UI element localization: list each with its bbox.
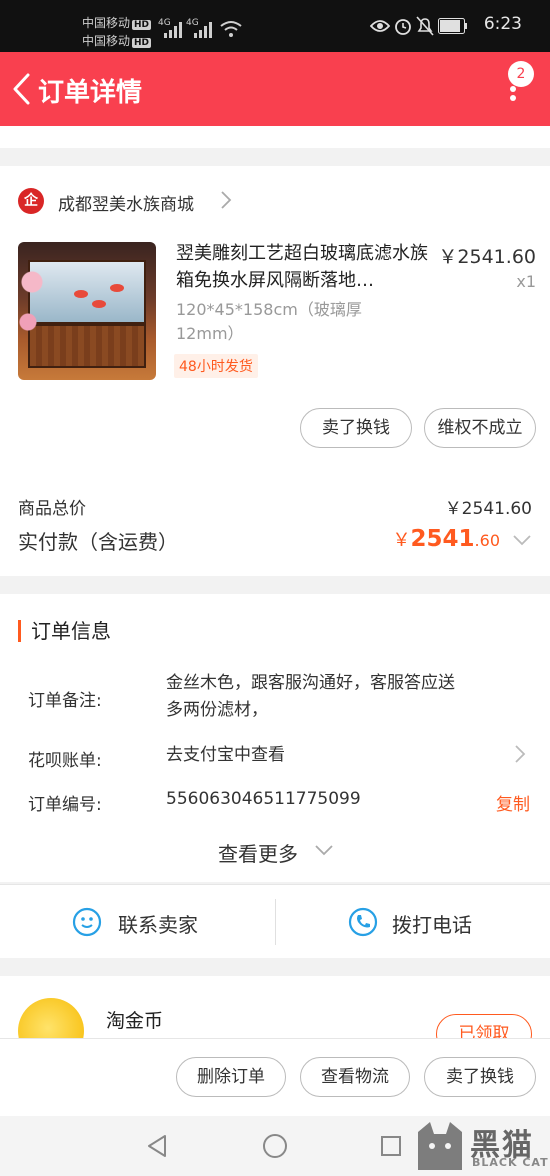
copy-button[interactable]: 复制 [496, 790, 530, 815]
app-header: 订单详情 2 [0, 52, 550, 126]
delete-order-button[interactable]: 删除订单 [176, 1057, 286, 1097]
huabei-bill-link[interactable]: 去支付宝中查看 [166, 742, 456, 769]
chat-bubble-icon [72, 907, 102, 937]
product-thumbnail[interactable] [18, 242, 156, 380]
signal-icon-1 [164, 22, 182, 38]
product-name[interactable]: 翌美雕刻工艺超白玻璃底滤水族箱免换水屏风隔断落地… [176, 240, 430, 294]
gold-coin-icon [18, 998, 84, 1038]
signal-icon-2 [194, 22, 212, 38]
contact-divider [275, 899, 276, 945]
taojinbi-title: 淘金币 [106, 1010, 164, 1032]
order-remark-value: 金丝木色，跟客服沟通好，客服答应送多两份滤材， [166, 673, 455, 720]
shop-name[interactable]: 成都翌美水族商城 [58, 190, 194, 215]
shop-logo-icon: 企 [18, 188, 44, 214]
wifi-icon [220, 21, 242, 37]
carrier-name-1: 中国移动 [82, 16, 131, 30]
alarm-icon [395, 19, 411, 35]
watermark-english: BLACK CAT [472, 1156, 549, 1169]
black-cat-watermark: 黑猫 BLACK CAT [412, 1116, 550, 1176]
contact-seller-label: 联系卖家 [118, 913, 198, 937]
nav-home-icon[interactable] [262, 1133, 288, 1159]
rights-claim-status-button[interactable]: 维权不成立 [424, 408, 536, 448]
paid-amount-value: ￥2541.60 [393, 526, 500, 552]
view-logistics-button[interactable]: 查看物流 [300, 1057, 410, 1097]
order-info-card: 订单信息 订单备注: 金丝木色，跟客服沟通好，客服答应送多两份滤材， 花呗账单:… [0, 594, 550, 882]
huabei-bill-label: 花呗账单: [28, 751, 102, 771]
page-title: 订单详情 [38, 78, 143, 108]
order-number-value: 556063046511775099 [166, 789, 361, 809]
shop-row[interactable]: 企 成都翌美水族商城 [18, 180, 538, 220]
eye-icon [370, 20, 390, 32]
back-arrow-icon[interactable] [10, 72, 34, 106]
phone-icon [348, 907, 378, 937]
header-bottom-strip [0, 126, 550, 148]
hd-badge-2: HD [132, 38, 152, 48]
status-right: 6:23 [370, 14, 550, 38]
total-price-label: 商品总价 [18, 499, 86, 519]
contact-bar: 联系卖家 拨打电话 [0, 884, 550, 958]
order-remark-label: 订单备注: [28, 691, 102, 711]
paid-decimal: .60 [474, 531, 500, 550]
nav-back-icon[interactable] [146, 1134, 168, 1158]
carrier-line-2: 中国移动 HD [82, 32, 152, 49]
order-info-title: 订单信息 [18, 620, 111, 642]
carrier-name-2: 中国移动 [82, 34, 131, 48]
product-quantity: x1 [516, 272, 536, 291]
see-more-button[interactable]: 查看更多 [218, 838, 298, 867]
taojinbi-card: 淘金币 已领取 [0, 976, 550, 1038]
order-number-label: 订单编号: [28, 795, 102, 815]
paid-amount-label: 实付款（含运费） [18, 530, 178, 554]
message-count-badge[interactable]: 2 [508, 61, 534, 87]
claimed-button[interactable]: 已领取 [436, 1014, 532, 1038]
chevron-down-icon[interactable] [512, 534, 532, 546]
cat-logo-icon [418, 1122, 462, 1170]
total-price-value: ￥2541.60 [444, 499, 532, 519]
chevron-right-icon [221, 191, 232, 209]
paid-integer: 2541 [410, 526, 475, 552]
product-price: ￥2541.60 [438, 246, 536, 268]
order-item-card: 企 成都翌美水族商城 翌美雕刻工艺超白玻璃底滤水族箱免换水屏风隔断落地… ￥25… [0, 166, 550, 576]
sell-for-cash-bottom-button[interactable]: 卖了换钱 [424, 1057, 536, 1097]
carrier-line-1: 中国移动 HD [82, 14, 152, 31]
mute-bell-icon [416, 16, 434, 36]
paid-currency: ￥ [392, 530, 411, 551]
hd-badge-1: HD [132, 20, 152, 30]
clock-time: 6:23 [483, 14, 522, 34]
status-bar: 中国移动 HD 中国移动 HD 4G 4G 6:23 [0, 0, 550, 52]
chevron-right-icon[interactable] [514, 744, 526, 764]
bottom-action-bar: 删除订单 查看物流 卖了换钱 [0, 1038, 550, 1116]
sell-for-cash-button[interactable]: 卖了换钱 [300, 408, 412, 448]
battery-icon [438, 18, 467, 34]
chevron-down-icon[interactable] [314, 844, 334, 856]
call-phone-label: 拨打电话 [392, 913, 472, 937]
shipping-tag: 48小时发货 [174, 354, 258, 378]
product-sku: 120*45*158cm（玻璃厚12mm） [176, 300, 362, 343]
nav-recents-icon[interactable] [380, 1135, 402, 1157]
